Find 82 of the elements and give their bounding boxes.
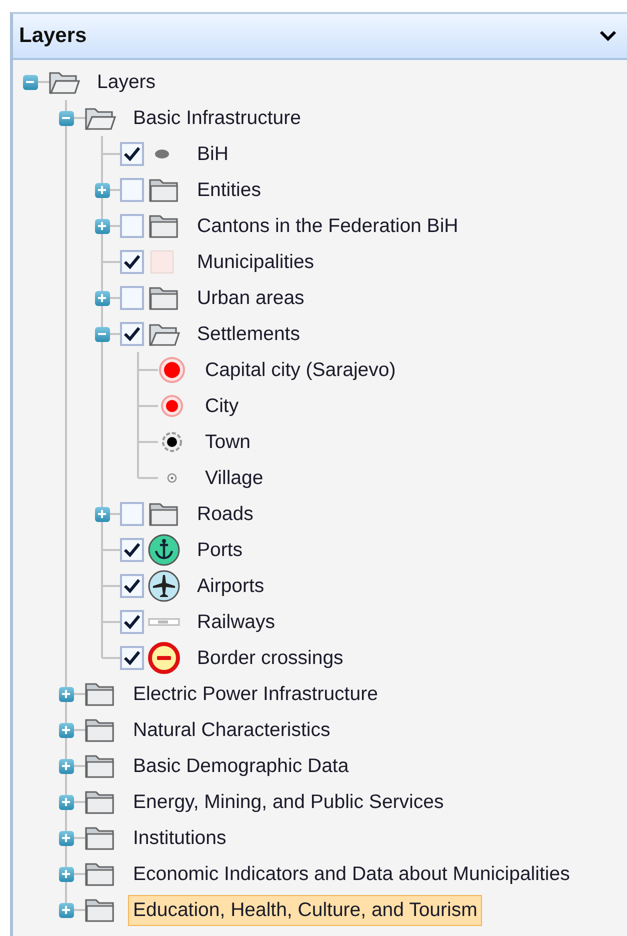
layer-label[interactable]: Municipalities	[192, 246, 320, 278]
layer-label[interactable]: Education, Health, Culture, and Tourism	[128, 894, 482, 926]
layer-label[interactable]: Layers	[92, 66, 161, 98]
anchor-icon	[148, 534, 180, 566]
layer-label[interactable]: Natural Characteristics	[128, 714, 336, 746]
checkbox[interactable]	[120, 250, 144, 274]
checkbox[interactable]	[120, 178, 144, 202]
panel-title: Layers	[19, 24, 87, 48]
layer-label[interactable]: City	[200, 390, 244, 422]
small-circle-icon	[167, 473, 177, 483]
expand-button[interactable]	[58, 794, 74, 810]
layer-label[interactable]: BiH	[192, 138, 234, 170]
collapse-button[interactable]	[94, 326, 110, 342]
plus-icon	[61, 761, 71, 771]
layer-label[interactable]: Cantons in the Federation BiH	[192, 210, 464, 242]
checkbox[interactable]	[120, 538, 144, 562]
plus-icon	[61, 905, 71, 915]
layer-label[interactable]: Border crossings	[192, 642, 348, 674]
folder-icon	[148, 176, 180, 204]
folder-icon	[148, 284, 180, 312]
airplane-icon	[148, 570, 180, 602]
plus-icon	[97, 185, 107, 195]
expand-button[interactable]	[58, 902, 74, 918]
folder-icon	[148, 500, 180, 528]
layer-label[interactable]: Ports	[192, 534, 248, 566]
target-dot-icon	[159, 357, 185, 383]
plus-icon	[61, 797, 71, 807]
ellipse-icon	[155, 150, 169, 158]
plus-icon	[97, 509, 107, 519]
collapse-button[interactable]	[22, 74, 38, 90]
layer-label[interactable]: Settlements	[192, 318, 305, 350]
folder-icon	[84, 680, 116, 708]
expand-button[interactable]	[58, 722, 74, 738]
plus-icon	[97, 293, 107, 303]
folder-icon	[84, 788, 116, 816]
checkbox[interactable]	[120, 286, 144, 310]
checkbox[interactable]	[120, 610, 144, 634]
folder-icon	[84, 860, 116, 888]
folder-icon	[84, 896, 116, 924]
chevron-down-icon[interactable]	[599, 30, 617, 42]
layer-label[interactable]: Economic Indicators and Data about Municipalities	[128, 858, 575, 890]
layer-label[interactable]: Energy, Mining, and Public Services	[128, 786, 449, 818]
plus-icon	[61, 689, 71, 699]
layer-label[interactable]: Airports	[192, 570, 270, 602]
plus-icon	[61, 869, 71, 879]
checkbox[interactable]	[120, 646, 144, 670]
checkbox[interactable]	[120, 322, 144, 346]
layer-label[interactable]: Village	[200, 462, 268, 494]
folder-icon	[84, 824, 116, 852]
layer-label[interactable]: Town	[200, 426, 256, 458]
expand-button[interactable]	[58, 830, 74, 846]
expand-button[interactable]	[94, 290, 110, 306]
layer-label[interactable]: Capital city (Sarajevo)	[200, 354, 401, 386]
expand-button[interactable]	[94, 218, 110, 234]
minus-circle-icon	[148, 642, 180, 674]
collapse-button[interactable]	[58, 110, 74, 126]
layer-label[interactable]: Electric Power Infrastructure	[128, 678, 383, 710]
plus-icon	[61, 833, 71, 843]
layer-label[interactable]: Institutions	[128, 822, 232, 854]
expand-button[interactable]	[94, 506, 110, 522]
folder-icon	[84, 716, 116, 744]
plus-icon	[97, 221, 107, 231]
checkbox[interactable]	[120, 142, 144, 166]
expand-button[interactable]	[58, 686, 74, 702]
layer-label[interactable]: Basic Infrastructure	[128, 102, 306, 134]
ringed-dot-icon	[162, 432, 182, 452]
layer-label[interactable]: Railways	[192, 606, 280, 638]
layer-label[interactable]: Entities	[192, 174, 266, 206]
checkbox[interactable]	[120, 214, 144, 238]
expand-button[interactable]	[58, 758, 74, 774]
layer-label[interactable]: Roads	[192, 498, 258, 530]
expand-button[interactable]	[58, 866, 74, 882]
expand-button[interactable]	[94, 182, 110, 198]
folder-icon	[148, 212, 180, 240]
folder-icon	[84, 752, 116, 780]
layer-label[interactable]: Urban areas	[192, 282, 310, 314]
layer-label[interactable]: Basic Demographic Data	[128, 750, 354, 782]
swatch-icon	[150, 250, 174, 274]
checkbox[interactable]	[120, 574, 144, 598]
plus-icon	[61, 725, 71, 735]
target-dot-icon	[161, 395, 183, 417]
checkbox[interactable]	[120, 502, 144, 526]
